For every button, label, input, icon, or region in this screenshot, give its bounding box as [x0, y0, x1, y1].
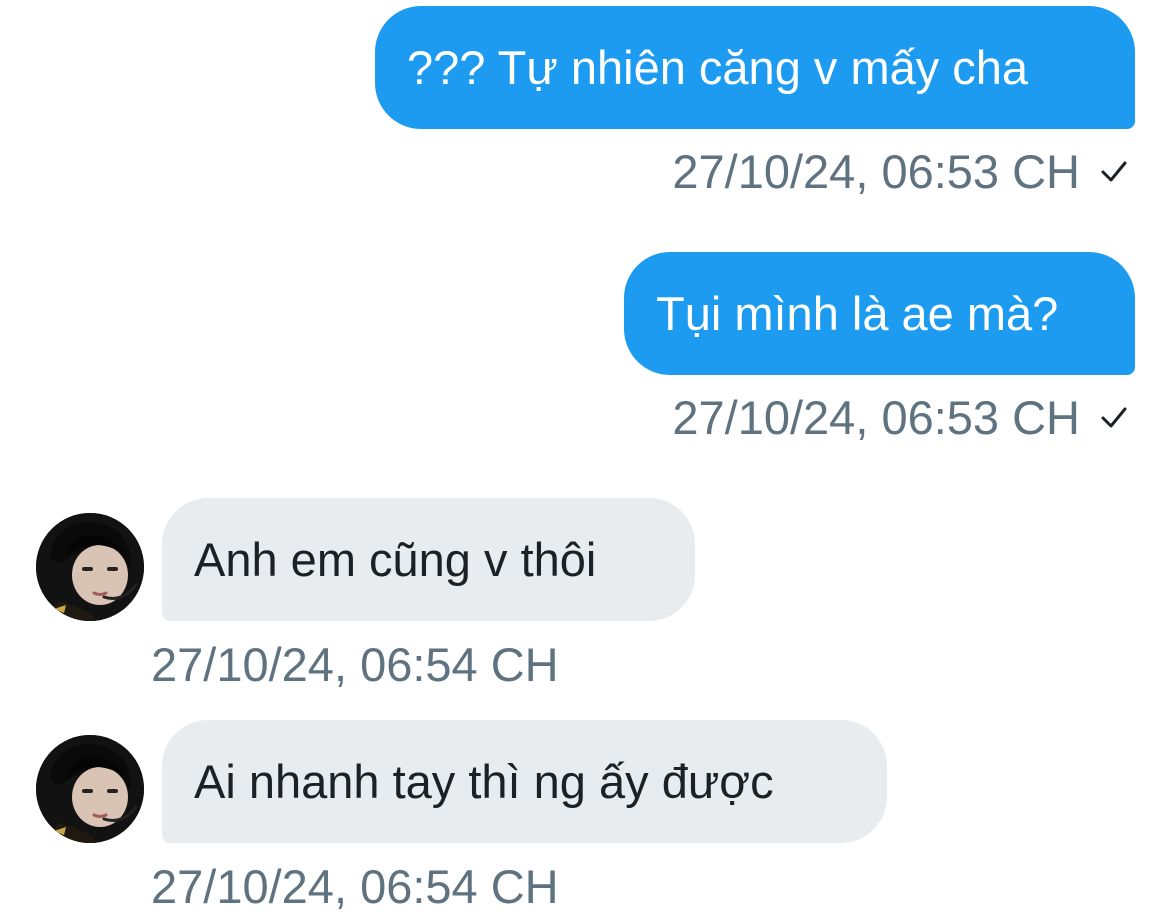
- user-avatar[interactable]: [36, 513, 144, 621]
- user-avatar[interactable]: [36, 735, 144, 843]
- avatar-image: [36, 735, 144, 843]
- message-timestamp: 27/10/24, 06:53 CH: [672, 390, 1080, 444]
- message-timestamp: 27/10/24, 06:54 CH: [151, 637, 559, 691]
- check-icon: [1101, 161, 1127, 182]
- message-meta: 27/10/24, 06:54 CH: [151, 638, 559, 690]
- message-meta: 27/10/24, 06:54 CH: [151, 860, 559, 912]
- message-text: Ai nhanh tay thì ng ấy được: [194, 755, 774, 808]
- message-meta: 27/10/24, 06:53 CH: [672, 391, 1130, 443]
- message-bubble-sent[interactable]: ??? Tự nhiên căng v mấy cha: [375, 6, 1135, 129]
- avatar-image: [36, 513, 144, 621]
- message-text: ??? Tự nhiên căng v mấy cha: [407, 41, 1029, 94]
- message-bubble-sent[interactable]: Tụi mình là ae mà?: [624, 252, 1135, 375]
- message-timestamp: 27/10/24, 06:54 CH: [151, 859, 559, 913]
- message-bubble-received[interactable]: Ai nhanh tay thì ng ấy được: [162, 720, 887, 843]
- message-meta: 27/10/24, 06:53 CH: [672, 145, 1130, 197]
- message-bubble-received[interactable]: Anh em cũng v thôi: [162, 498, 695, 621]
- message-text: Tụi mình là ae mà?: [656, 287, 1059, 340]
- check-icon: [1101, 407, 1127, 428]
- message-text: Anh em cũng v thôi: [194, 533, 597, 586]
- message-timestamp: 27/10/24, 06:53 CH: [672, 144, 1080, 198]
